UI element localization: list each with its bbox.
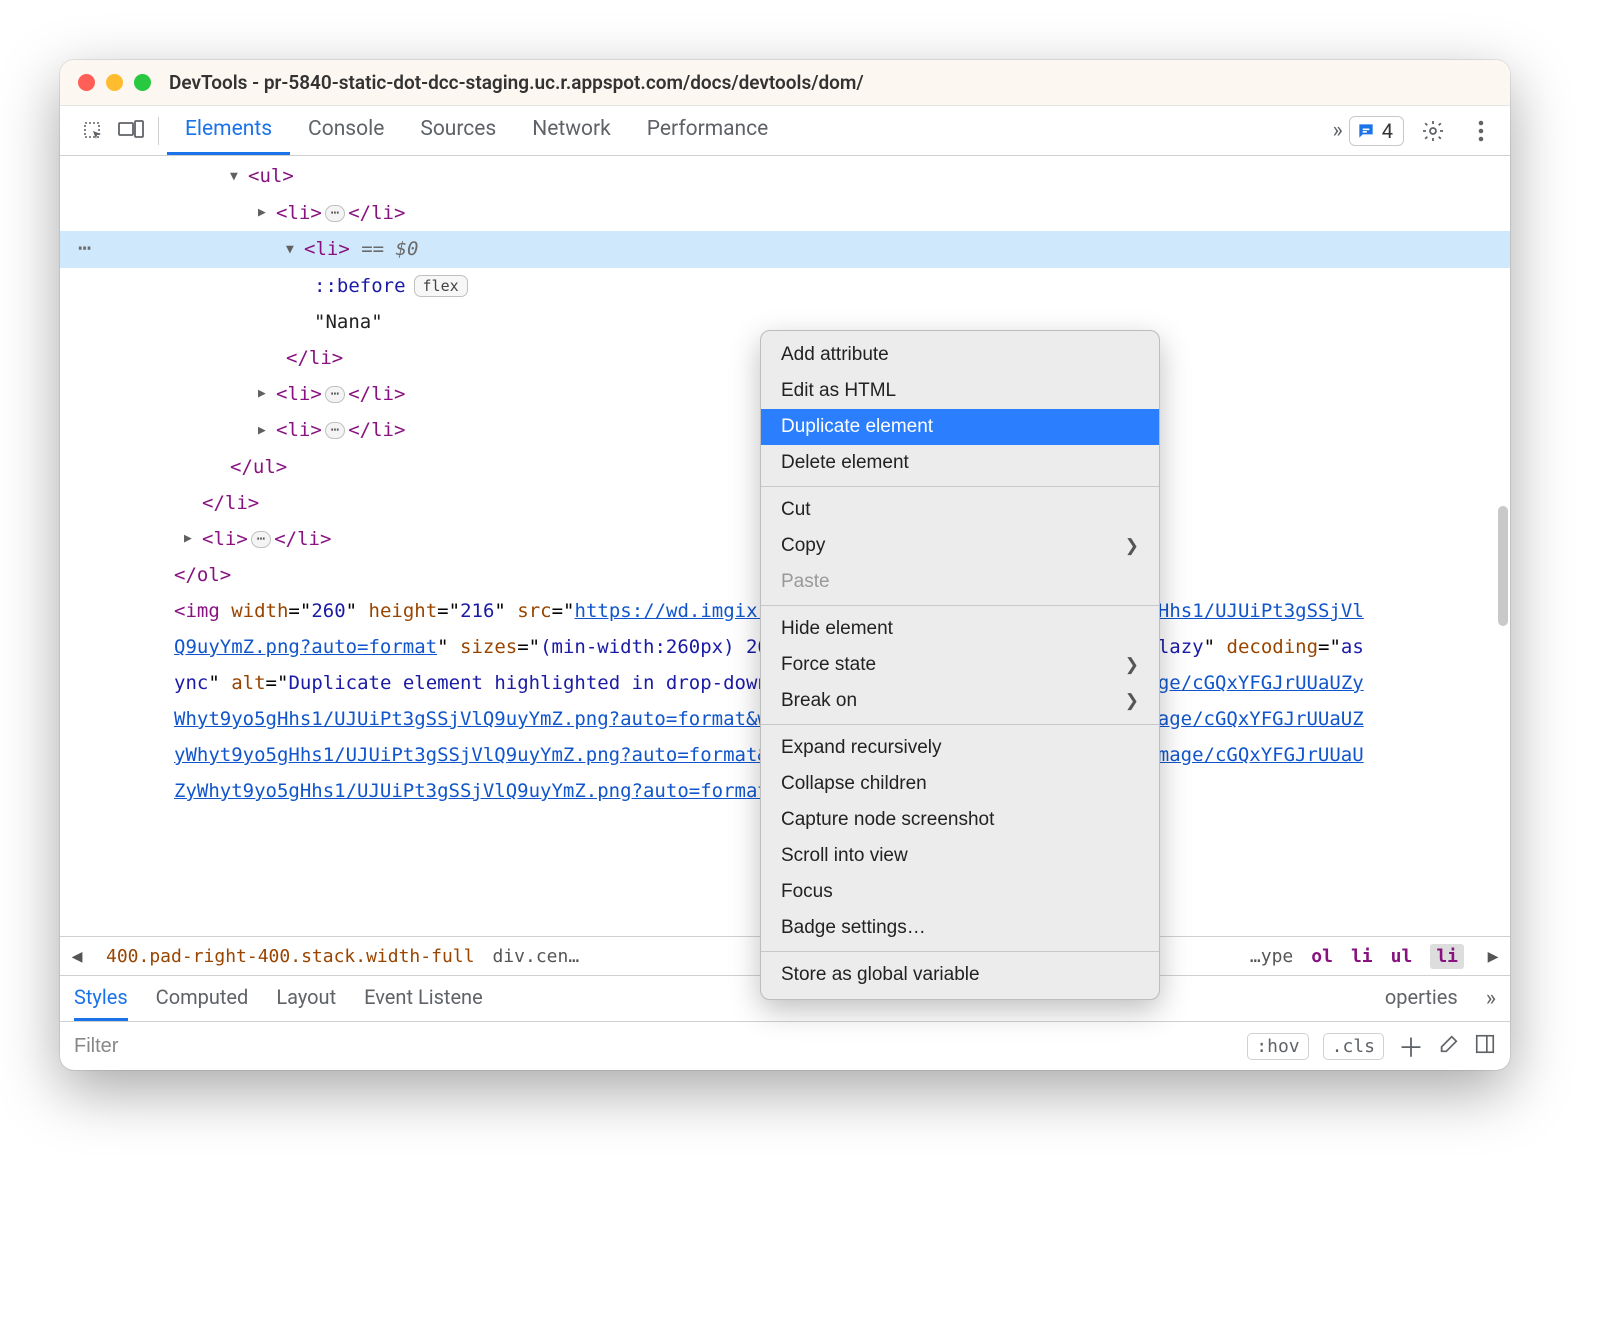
dom-tag-ul[interactable]: <ul> xyxy=(248,165,294,187)
text-node[interactable]: "Nana" xyxy=(314,311,383,333)
ctx-separator xyxy=(761,486,1159,487)
breadcrumb-item[interactable]: 400.pad-right-400.stack.width-full xyxy=(106,946,474,967)
breadcrumb-item[interactable]: ul xyxy=(1391,946,1413,967)
breadcrumb-scroll-right[interactable]: ▶ xyxy=(1482,946,1504,967)
tab-properties-partial[interactable]: operties xyxy=(1385,976,1458,1021)
ctx-paste: Paste xyxy=(761,564,1159,600)
ellipsis-icon[interactable]: ⋯ xyxy=(251,531,271,548)
styles-filter-input[interactable] xyxy=(74,1035,1233,1058)
titlebar: DevTools - pr-5840-static-dot-dcc-stagin… xyxy=(60,60,1510,106)
ctx-scroll-into-view[interactable]: Scroll into view xyxy=(761,838,1159,874)
ellipsis-icon[interactable]: ⋯ xyxy=(325,422,345,439)
tab-network[interactable]: Network xyxy=(514,106,629,155)
ellipsis-icon[interactable]: ⋯ xyxy=(325,205,345,222)
devtools-window: DevTools - pr-5840-static-dot-dcc-stagin… xyxy=(60,60,1510,1070)
ctx-break-on[interactable]: Break on❯ xyxy=(761,683,1159,719)
kebab-menu-icon[interactable] xyxy=(1462,106,1500,156)
breadcrumb-item[interactable]: …ype xyxy=(1250,946,1293,967)
main-toolbar: Elements Console Sources Network Perform… xyxy=(60,106,1510,156)
minimize-window-button[interactable] xyxy=(106,74,123,91)
paint-brush-icon[interactable] xyxy=(1438,1033,1460,1060)
ctx-collapse-children[interactable]: Collapse children xyxy=(761,766,1159,802)
close-window-button[interactable] xyxy=(78,74,95,91)
device-toolbar-icon[interactable] xyxy=(112,106,150,156)
ctx-separator xyxy=(761,951,1159,952)
styles-filter-row: :hov .cls ＋ xyxy=(60,1022,1510,1070)
tab-computed[interactable]: Computed xyxy=(156,976,249,1021)
ctx-hide-element[interactable]: Hide element xyxy=(761,611,1159,647)
maximize-window-button[interactable] xyxy=(134,74,151,91)
computed-sidebar-icon[interactable] xyxy=(1474,1033,1496,1060)
tab-performance[interactable]: Performance xyxy=(629,106,786,155)
issues-badge[interactable]: 4 xyxy=(1349,116,1404,146)
chevron-right-icon: ❯ xyxy=(1125,655,1139,675)
ctx-delete-element[interactable]: Delete element xyxy=(761,445,1159,481)
tabs-overflow-chevron[interactable]: » xyxy=(1332,118,1342,143)
hov-toggle[interactable]: :hov xyxy=(1247,1033,1308,1060)
dom-tag-li[interactable]: <li> xyxy=(276,202,322,224)
sidebar-overflow-chevron[interactable]: » xyxy=(1486,986,1496,1011)
tab-elements[interactable]: Elements xyxy=(167,106,290,155)
inspect-element-icon[interactable] xyxy=(74,106,112,156)
row-actions-icon[interactable]: ⋯ xyxy=(78,231,94,267)
cls-toggle[interactable]: .cls xyxy=(1323,1033,1384,1060)
scrollbar-thumb[interactable] xyxy=(1498,506,1508,626)
context-menu: Add attribute Edit as HTML Duplicate ele… xyxy=(760,330,1160,1000)
issues-count: 4 xyxy=(1382,119,1393,143)
ctx-cut[interactable]: Cut xyxy=(761,492,1159,528)
ctx-store-global[interactable]: Store as global variable xyxy=(761,957,1159,993)
new-style-rule-icon[interactable]: ＋ xyxy=(1398,1028,1424,1065)
tab-sources[interactable]: Sources xyxy=(402,106,514,155)
ctx-capture-screenshot[interactable]: Capture node screenshot xyxy=(761,802,1159,838)
ctx-copy[interactable]: Copy❯ xyxy=(761,528,1159,564)
tab-styles[interactable]: Styles xyxy=(74,976,128,1021)
pseudo-before[interactable]: ::before xyxy=(314,275,406,297)
breadcrumb-item[interactable]: li xyxy=(1351,946,1373,967)
dom-selected-row[interactable]: ⋯ ▼<li> == $0 xyxy=(60,231,1510,268)
ctx-edit-as-html[interactable]: Edit as HTML xyxy=(761,373,1159,409)
ctx-duplicate-element[interactable]: Duplicate element xyxy=(761,409,1159,445)
ctx-add-attribute[interactable]: Add attribute xyxy=(761,337,1159,373)
window-title: DevTools - pr-5840-static-dot-dcc-stagin… xyxy=(169,71,864,94)
chevron-right-icon: ❯ xyxy=(1125,536,1139,556)
ctx-separator xyxy=(761,724,1159,725)
breadcrumb-item[interactable]: ol xyxy=(1311,946,1333,967)
ctx-badge-settings[interactable]: Badge settings… xyxy=(761,910,1159,946)
ctx-force-state[interactable]: Force state❯ xyxy=(761,647,1159,683)
breadcrumb-item[interactable]: div.cen… xyxy=(492,946,579,967)
tab-event-listeners[interactable]: Event Listene xyxy=(364,976,483,1021)
panel-tabs: Elements Console Sources Network Perform… xyxy=(167,106,786,155)
tab-console[interactable]: Console xyxy=(290,106,402,155)
flex-badge[interactable]: flex xyxy=(414,275,468,297)
chevron-right-icon: ❯ xyxy=(1125,691,1139,711)
ctx-expand-recursively[interactable]: Expand recursively xyxy=(761,730,1159,766)
breadcrumb-item-active[interactable]: li xyxy=(1430,944,1464,969)
settings-icon[interactable] xyxy=(1414,106,1452,156)
dollar-zero-indicator: == $0 xyxy=(350,238,419,260)
traffic-lights xyxy=(78,74,151,91)
tab-layout[interactable]: Layout xyxy=(276,976,336,1021)
breadcrumb-scroll-left[interactable]: ◀ xyxy=(66,946,88,967)
ctx-focus[interactable]: Focus xyxy=(761,874,1159,910)
toolbar-separator xyxy=(158,117,159,145)
ctx-separator xyxy=(761,605,1159,606)
ellipsis-icon[interactable]: ⋯ xyxy=(325,386,345,403)
